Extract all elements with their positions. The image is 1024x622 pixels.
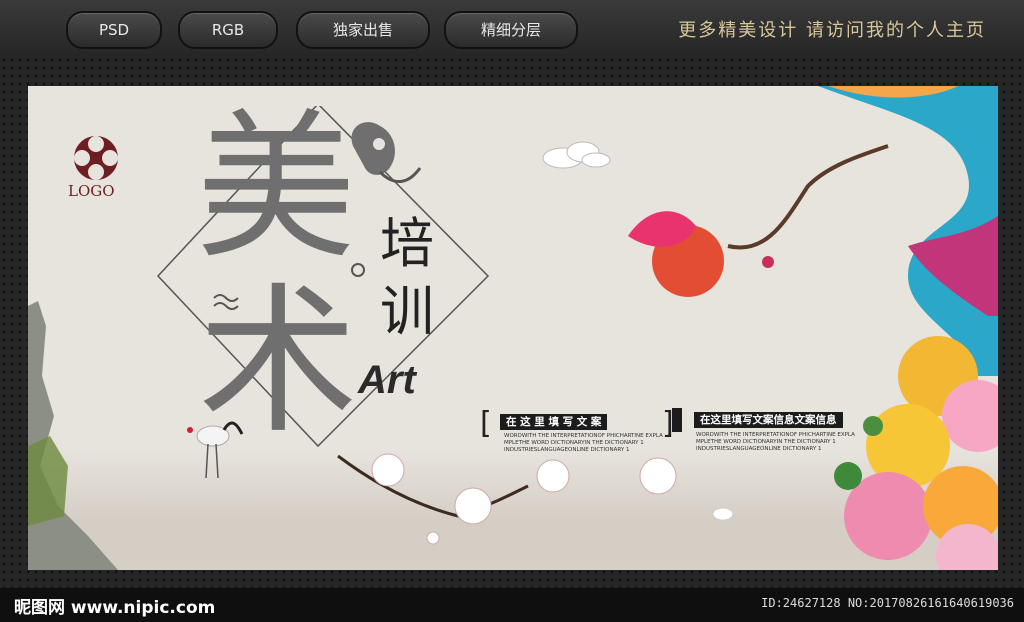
tab-psd[interactable]: PSD [66,11,162,49]
swirl-hole [373,138,385,150]
footer-bar: 昵图网 www.nipic.com ID:24627128 NO:2017082… [0,588,1024,622]
tag-left: 在 这 里 填 写 文 案 [500,414,608,430]
top-toolbar: PSD RGB 独家出售 精细分层 更多精美设计 请访问我的个人主页 [0,0,1024,56]
footer-brand[interactable]: 昵图网 www.nipic.com [14,593,215,618]
tab-layers[interactable]: 精细分层 [444,11,578,49]
swirl-ornament [351,122,395,175]
plum-branch [337,454,529,518]
footer-id: ID:24627128 NO:20170826161640619036 [761,596,1014,610]
rock-cliff [28,301,118,570]
tag-right: 在这里填写文案信息文案信息 [694,412,843,428]
logo-emblem [74,136,118,180]
cloud [542,141,611,169]
peony-cluster [834,336,998,570]
title-shu: 术 [198,268,359,455]
plum-blossoms [371,453,677,545]
bracket-left: [ [480,406,492,441]
fine-left-1: WORDWITH THE INTERPRETATIONOF PHICHARTIN… [504,433,663,439]
fine-right-1: WORDWITH THE INTERPRETATIONOF PHICHARTIN… [696,432,855,438]
title-xun: 训 [380,280,434,343]
fine-right-2: MPLETHE WORD DICTIONARYIN THE DICTIONARY… [696,439,836,445]
fine-right-3: INDUSTRIESLANGUAGEONLINE DICTIONARY 1 [696,446,822,452]
moss [28,436,68,526]
quote-mark [672,408,682,432]
title-art: Art [358,358,416,402]
bud [762,256,774,268]
promo-text[interactable]: 更多精美设计 请访问我的个人主页 [678,16,986,42]
branch [727,144,889,250]
fine-left-2: MPLETHE WORD DICTIONARYIN THE DICTIONARY… [504,440,644,446]
tab-exclusive[interactable]: 独家出售 [296,11,430,49]
title-pei: 培 [380,212,434,275]
logo-text: LOGO [68,182,115,200]
poster-canvas: LOGO 美 术 培 训 Art [ 在 这 里 填 写 文 案 WORDWIT… [28,86,998,570]
title-mei: 美 [196,94,357,281]
fine-left-3: INDUSTRIESLANGUAGEONLINE DICTIONARY 1 [504,447,630,453]
tab-rgb[interactable]: RGB [178,11,278,49]
poster-art [28,86,998,570]
petal [712,507,734,521]
